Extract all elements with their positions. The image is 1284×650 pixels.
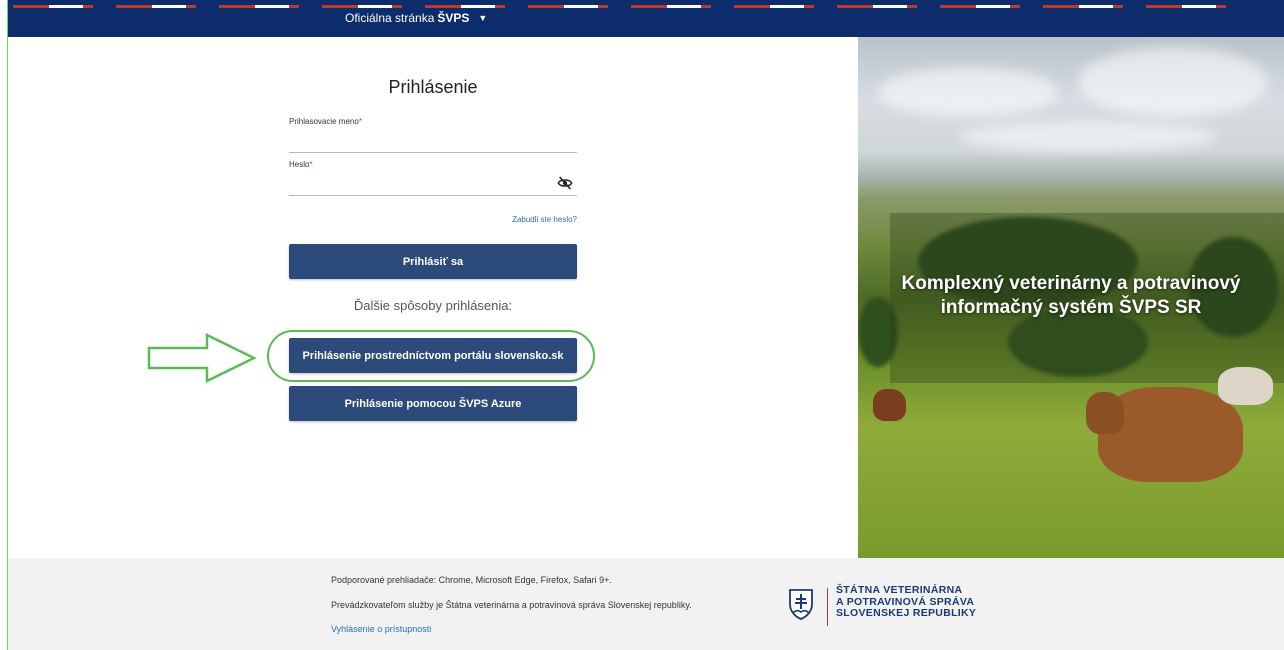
header-stripe [873, 5, 907, 8]
eye-off-icon[interactable] [557, 175, 573, 191]
password-label: Heslo* [289, 160, 313, 169]
required-mark: * [309, 160, 313, 169]
hero-heading-line1: Komplexný veterinárny a potravinový [901, 273, 1241, 294]
top-header-bar: Oficiálna stránka ŠVPS ▼ [8, 0, 1284, 37]
logo-divider [827, 588, 828, 626]
password-underline [289, 195, 577, 196]
header-stripe [83, 5, 93, 8]
official-site-dropdown[interactable]: Oficiálna stránka ŠVPS ▼ [345, 11, 487, 25]
footer: Podporované prehliadače: Chrome, Microso… [8, 558, 1284, 650]
username-label: Prihlasovacie meno* [289, 117, 362, 126]
required-mark: * [358, 117, 362, 126]
hero-heading-line2: informačný systém ŠVPS SR [940, 297, 1202, 318]
password-input[interactable] [289, 171, 553, 195]
header-stripe [770, 5, 804, 8]
header-stripe [152, 5, 186, 8]
header-stripe [907, 5, 917, 8]
header-stripe [186, 5, 196, 8]
header-stripe [837, 5, 873, 8]
operator-text: Prevádzkovateľom služby je Štátna veteri… [331, 600, 692, 610]
username-input[interactable] [289, 128, 577, 152]
header-stripe [461, 5, 495, 8]
official-site-brand: ŠVPS [437, 11, 470, 25]
hero-heading: Komplexný veterinárny a potravinový info… [858, 272, 1284, 320]
header-stripe [1113, 5, 1123, 8]
header-stripe [255, 5, 289, 8]
arrow-right-icon [147, 333, 257, 383]
svps-azure-login-button[interactable]: Prihlásenie pomocou ŠVPS Azure [289, 386, 577, 421]
supported-browsers-text: Podporované prehliadače: Chrome, Microso… [331, 575, 612, 585]
left-edge-line [7, 0, 8, 650]
slovak-crest-icon [789, 589, 813, 620]
header-stripe [49, 5, 83, 8]
header-stripe [1079, 5, 1113, 8]
header-stripe [804, 5, 814, 8]
header-stripe [564, 5, 598, 8]
header-stripe [13, 5, 49, 8]
header-stripe [392, 5, 402, 8]
logo-line-3: SLOVENSKEJ REPUBLIKY [836, 607, 977, 619]
logo-line-1: ŠTÁTNA VETERINÁRNA [836, 584, 963, 596]
header-stripe [976, 5, 1010, 8]
header-stripe [1146, 5, 1182, 8]
username-label-text: Prihlasovacie meno [289, 117, 359, 126]
header-stripe [1010, 5, 1020, 8]
official-site-text: Oficiálna stránka [345, 11, 435, 25]
forgot-password-link[interactable]: Zabudli ste heslo? [512, 215, 577, 224]
header-stripe [528, 5, 564, 8]
header-stripe [1182, 5, 1216, 8]
header-stripe [631, 5, 667, 8]
header-stripe [495, 5, 505, 8]
accessibility-statement-link[interactable]: Vyhlásenie o prístupnosti [331, 624, 431, 634]
header-stripe [940, 5, 976, 8]
header-stripe [701, 5, 711, 8]
username-underline [289, 152, 577, 153]
password-label-text: Heslo [289, 160, 310, 169]
chevron-down-icon: ▼ [478, 13, 488, 23]
header-stripe [116, 5, 152, 8]
annotation-highlight-ellipse [267, 330, 595, 382]
agency-logo-text: ŠTÁTNA VETERINÁRNA A POTRAVINOVÁ SPRÁVA … [836, 584, 977, 620]
page-title: Prihlásenie [388, 77, 478, 97]
header-stripe [1216, 5, 1226, 8]
header-stripe [598, 5, 608, 8]
header-stripe [219, 5, 255, 8]
header-stripe [322, 5, 358, 8]
header-stripe [734, 5, 770, 8]
other-login-methods-label: Ďalšie spôsoby prihlásenia: [353, 298, 513, 313]
header-stripe [425, 5, 461, 8]
header-stripe [358, 5, 392, 8]
header-stripe [289, 5, 299, 8]
login-button[interactable]: Prihlásiť sa [289, 244, 577, 279]
header-stripe [667, 5, 701, 8]
header-stripe [1043, 5, 1079, 8]
